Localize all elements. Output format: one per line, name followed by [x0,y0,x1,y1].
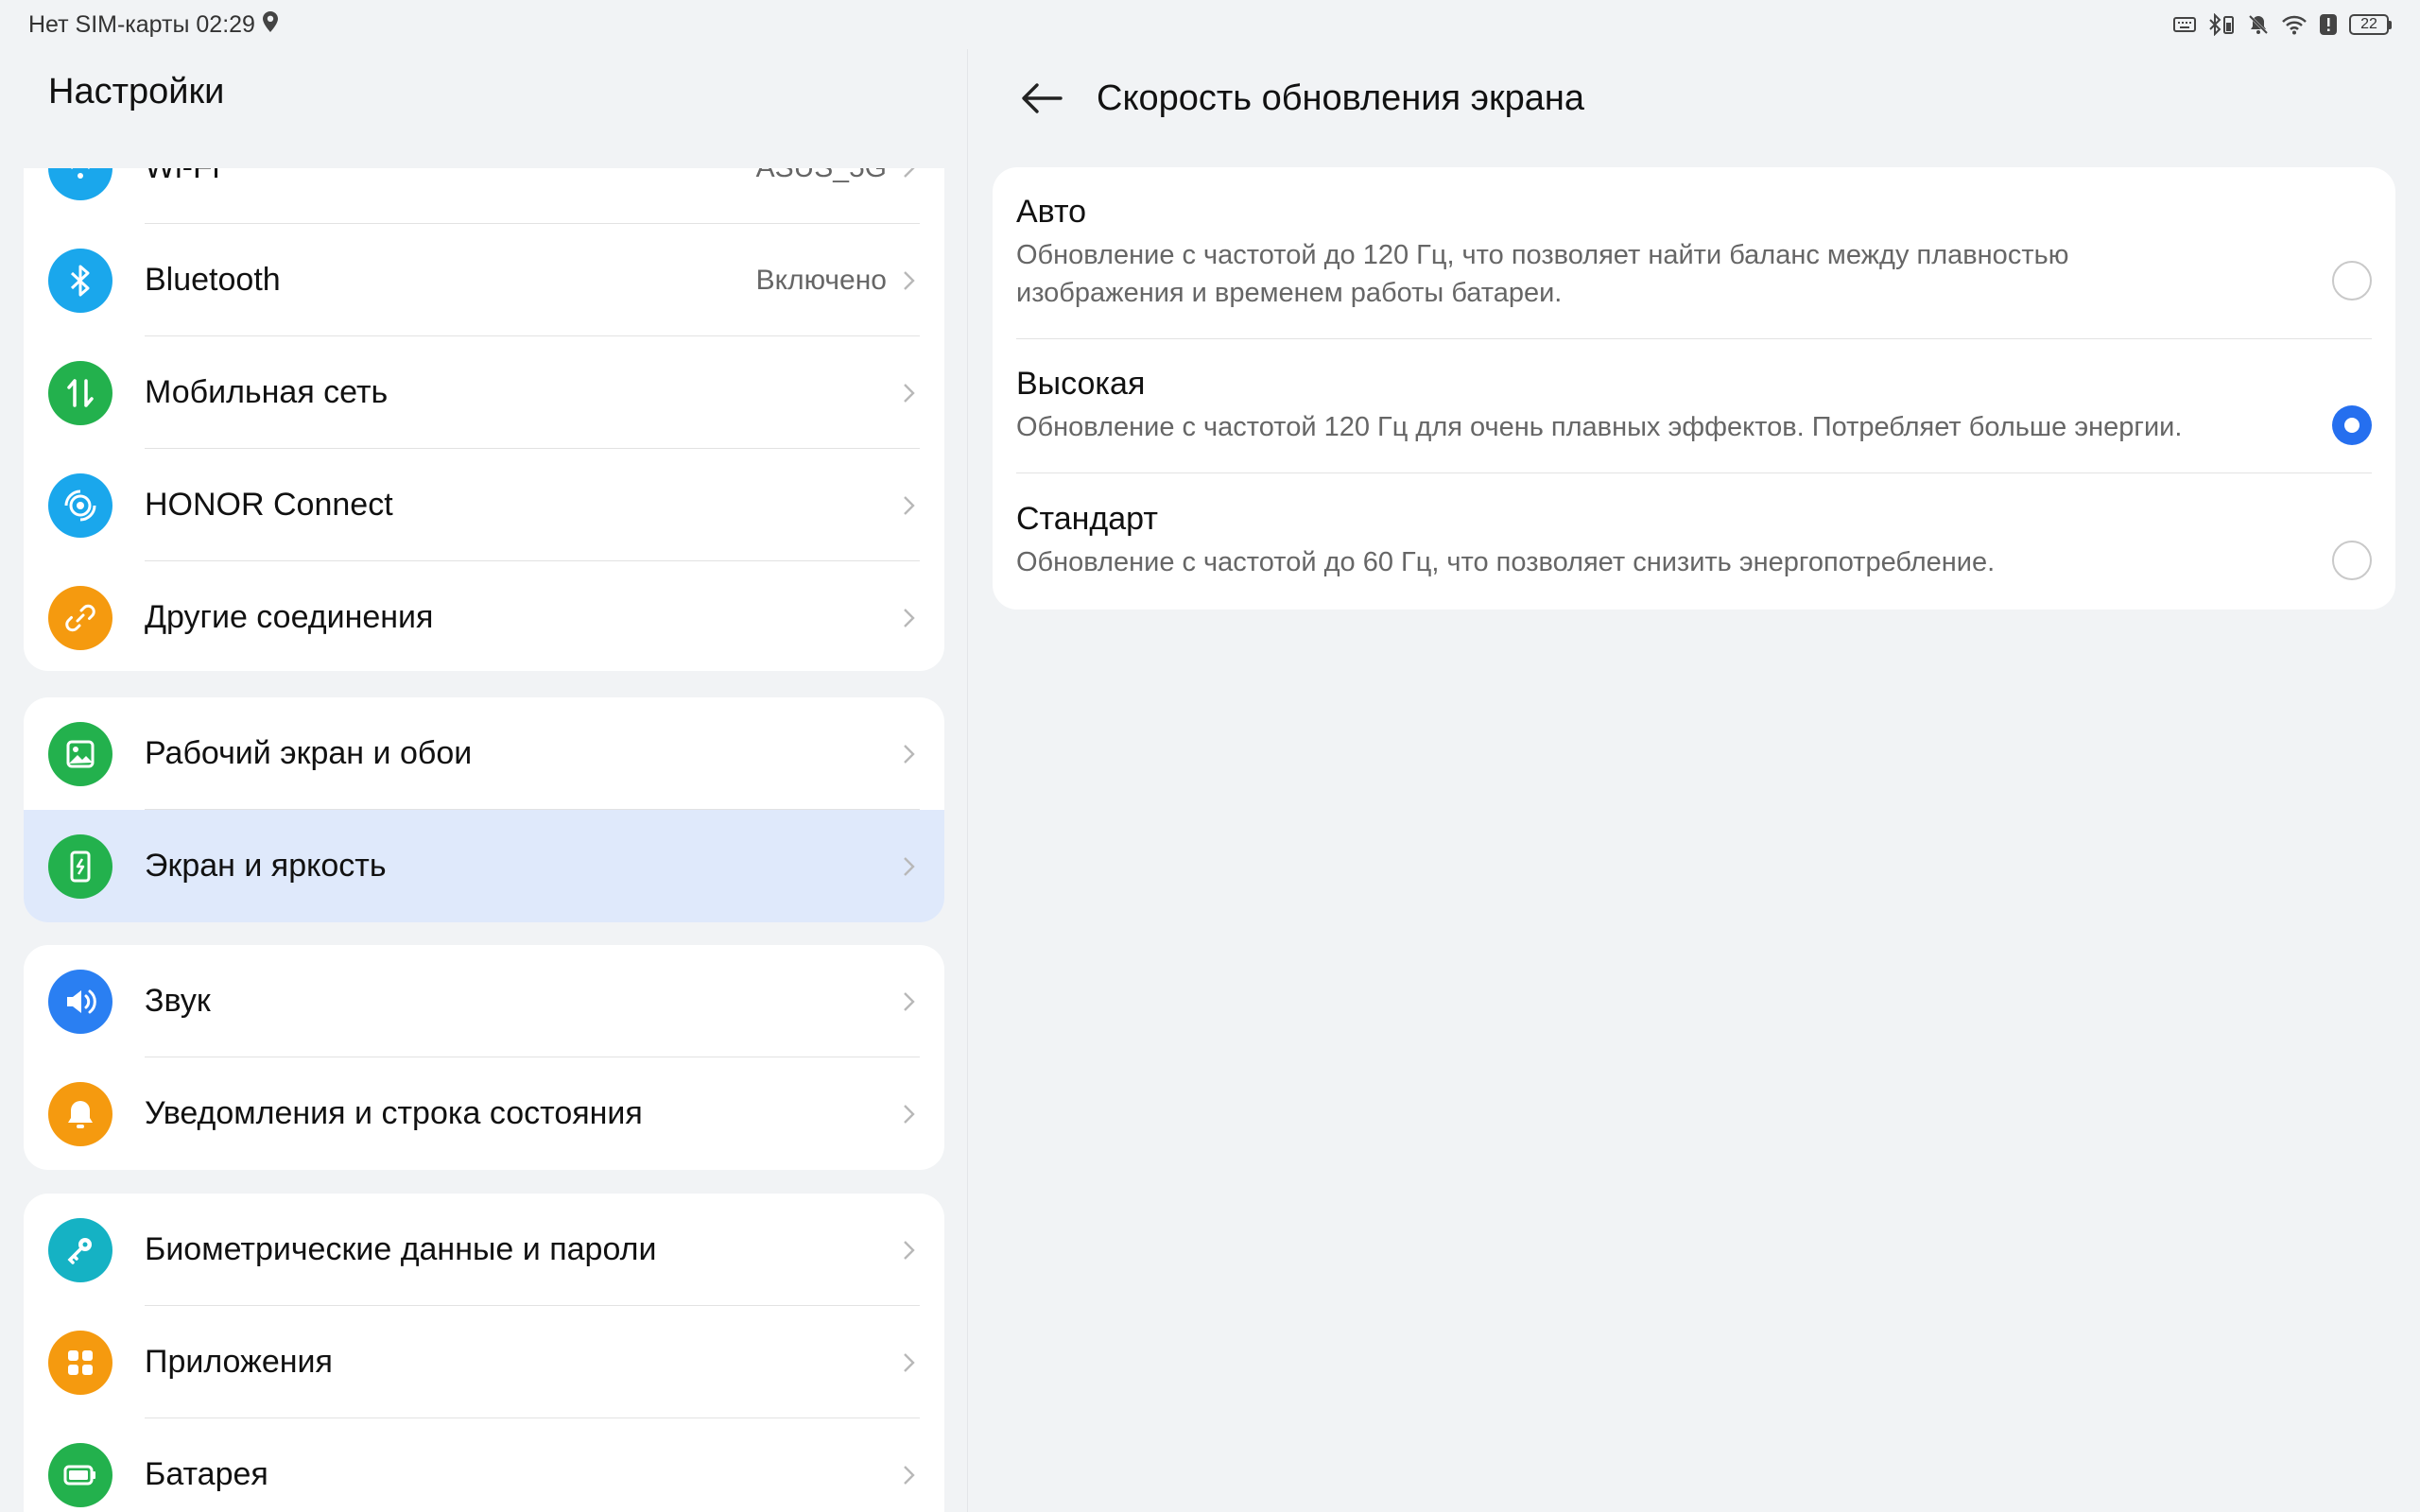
radio-auto[interactable] [2332,261,2372,301]
settings-group-connectivity: Wi-Fi ASUS_5G Bluetooth Включено Мобильн… [24,168,944,671]
bluetooth-icon [48,248,112,313]
option-description: Обновление с частотой до 60 Гц, что позв… [1016,547,1996,577]
back-button[interactable] [1017,74,1066,123]
chevron-right-icon [904,270,915,290]
apps-icon [48,1330,112,1395]
settings-list[interactable]: Wi-Fi ASUS_5G Bluetooth Включено Мобильн… [0,168,967,1512]
status-bar-right: 22 [2173,13,2392,36]
chevron-right-icon [904,608,915,627]
sidebar-item-value: ASUS_5G [756,168,887,184]
battery-icon [48,1442,112,1507]
settings-group-display: Рабочий экран и обои Экран и яркость [24,697,944,922]
sidebar-item-mobile-network[interactable]: Мобильная сеть [24,336,944,449]
detail-header: Скорость обновления экрана [1017,72,1584,125]
status-bar: Нет SIM-карты 02:29 22 [0,0,2420,49]
radio-high[interactable] [2332,405,2372,445]
option-title: Авто [1016,194,1087,230]
settings-sidebar: Настройки Wi-Fi ASUS_5G Bluetooth Включе… [0,49,967,1512]
chevron-right-icon [904,1352,915,1372]
sidebar-item-sound[interactable]: Звук [24,945,944,1057]
chevron-right-icon [904,495,915,515]
settings-group-sound: Звук Уведомления и строка состояния [24,945,944,1170]
battery-level: 22 [2349,14,2389,35]
settings-title: Настройки [48,72,225,112]
sidebar-item-label: Wi-Fi [145,168,219,186]
option-title: Стандарт [1016,501,1158,537]
pane-divider [967,49,968,1512]
chevron-right-icon [904,991,915,1011]
chevron-right-icon [904,1240,915,1260]
settings-group-security: Биометрические данные и пароли Приложени… [24,1194,944,1512]
sidebar-item-label: Другие соединения [145,599,434,635]
sidebar-item-home-screen[interactable]: Рабочий экран и обои [24,697,944,810]
mobile-data-icon [48,360,112,425]
sidebar-item-label: Экран и яркость [145,848,387,884]
chevron-right-icon [904,1465,915,1485]
chevron-right-icon [904,744,915,764]
wallpaper-icon [48,721,112,786]
option-description: Обновление с частотой 120 Гц для очень п… [1016,412,2183,442]
sidebar-item-label: Биометрические данные и пароли [145,1231,657,1267]
location-icon [261,10,280,40]
sidebar-item-label: Уведомления и строка состояния [145,1095,643,1131]
option-standard[interactable]: Стандарт Обновление с частотой до 60 Гц,… [1016,501,2372,580]
key-icon [48,1217,112,1282]
status-bar-left: Нет SIM-карты 02:29 [28,10,280,40]
chevron-right-icon [904,856,915,876]
sidebar-item-biometrics[interactable]: Биометрические данные и пароли [24,1194,944,1306]
option-high[interactable]: Высокая Обновление с частотой 120 Гц для… [1016,366,2372,445]
sidebar-item-label: Приложения [145,1344,333,1380]
sidebar-item-display-brightness[interactable]: Экран и яркость [24,810,944,922]
sidebar-item-honor-connect[interactable]: HONOR Connect [24,449,944,561]
sidebar-item-bluetooth[interactable]: Bluetooth Включено [24,224,944,336]
refresh-rate-options: Авто Обновление с частотой до 120 Гц, чт… [993,167,2395,610]
bluetooth-status-icon [2207,13,2236,36]
sim-time-text: Нет SIM-карты 02:29 [28,10,255,38]
page-title: Скорость обновления экрана [1097,77,1585,118]
wifi-status-icon [2281,14,2308,35]
sidebar-item-label: Мобильная сеть [145,374,389,410]
sidebar-item-battery[interactable]: Батарея [24,1418,944,1512]
alert-icon [2319,13,2338,36]
arrow-left-icon [1022,83,1063,113]
sidebar-item-label: Звук [145,983,211,1019]
sidebar-item-notifications[interactable]: Уведомления и строка состояния [24,1057,944,1170]
display-icon [48,833,112,899]
bell-icon [48,1081,112,1146]
link-icon [48,585,112,650]
sidebar-item-other-connections[interactable]: Другие соединения [24,561,944,671]
wifi-icon [48,168,112,200]
mute-icon [2247,13,2270,36]
option-description: Обновление с частотой до 120 Гц, что поз… [1016,240,2069,308]
sidebar-item-value: Включено [755,264,887,296]
honor-connect-icon [48,472,112,538]
chevron-right-icon [904,168,915,178]
keyboard-icon [2173,16,2196,33]
sidebar-item-label: Батарея [145,1456,268,1492]
sidebar-item-label: Рабочий экран и обои [145,735,473,771]
sidebar-item-label: HONOR Connect [145,487,393,523]
sidebar-item-apps[interactable]: Приложения [24,1306,944,1418]
chevron-right-icon [904,383,915,403]
option-title: Высокая [1016,366,1146,402]
chevron-right-icon [904,1104,915,1124]
option-auto[interactable]: Авто Обновление с частотой до 120 Гц, чт… [1016,194,2372,308]
sidebar-item-wifi[interactable]: Wi-Fi ASUS_5G [24,168,944,224]
radio-standard[interactable] [2332,541,2372,580]
sidebar-item-label: Bluetooth [145,262,281,298]
battery-status-icon: 22 [2349,14,2392,35]
speaker-icon [48,969,112,1034]
